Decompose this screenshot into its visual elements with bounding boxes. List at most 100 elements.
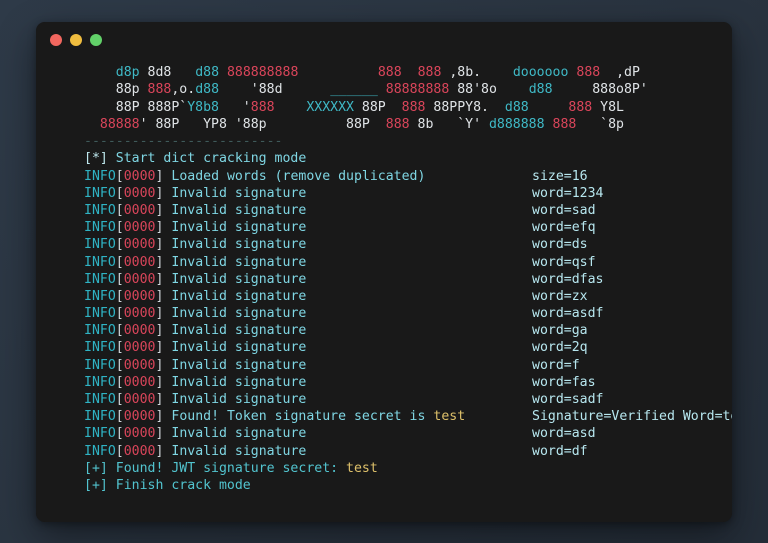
banner-segment: 888 (402, 100, 426, 115)
banner-segment: 88P 888P` (84, 100, 187, 115)
timestamp-bracket-close: ] (155, 169, 171, 184)
log-level-label: INFO (84, 426, 116, 441)
log-message: Invalid signature (171, 306, 306, 321)
timestamp-bracket-close: ] (155, 409, 171, 424)
log-line: INFO[0000] Invalid signatureword=asd (36, 425, 732, 442)
timestamp-bracket-close: ] (155, 375, 171, 390)
timestamp-bracket-open: [ (116, 358, 124, 373)
banner-segment: ______ (330, 82, 386, 97)
log-line: INFO[0000] Invalid signatureword=qsf (36, 254, 732, 271)
timestamp-bracket-close: ] (155, 237, 171, 252)
maximize-button-icon[interactable] (90, 34, 102, 46)
banner-segment: 888 (553, 117, 577, 132)
log-level-label: INFO (84, 323, 116, 338)
banner-segment (489, 100, 505, 115)
log-field-value: word=1234 (532, 185, 603, 202)
log-line: INFO[0000] Invalid signatureword=efq (36, 219, 732, 236)
log-timestamp: 0000 (124, 392, 156, 407)
banner-segment: ,dP (600, 65, 640, 80)
terminal-output[interactable]: d8p 8d8 d88 888888888 888 888 ,8b. doooo… (36, 58, 732, 522)
minimize-button-icon[interactable] (70, 34, 82, 46)
banner-segment: ' (219, 100, 251, 115)
log-timestamp: 0000 (124, 323, 156, 338)
terminal-titlebar[interactable] (36, 22, 732, 58)
timestamp-bracket-open: [ (116, 409, 124, 424)
log-message: Invalid signature (171, 237, 306, 252)
log-level-label: INFO (84, 306, 116, 321)
banner-segment: 88P (354, 100, 402, 115)
log-level-label: INFO (84, 409, 116, 424)
banner-row: 88888' 88P YP8 '88p 88P 888 8b `Y' d8888… (36, 116, 732, 133)
close-button-icon[interactable] (50, 34, 62, 46)
log-line: INFO[0000] Invalid signatureword=df (36, 443, 732, 460)
log-timestamp: 0000 (124, 409, 156, 424)
log-timestamp: 0000 (124, 186, 156, 201)
timestamp-bracket-open: [ (116, 392, 124, 407)
banner-row: 88P 888P`Y8b8 '888 XXXXXX 88P 888 88PPY8… (36, 99, 732, 116)
log-success-marker: [+] (84, 461, 116, 476)
timestamp-bracket-close: ] (155, 272, 171, 287)
banner-segment: 888 (251, 100, 275, 115)
log-level-label: INFO (84, 237, 116, 252)
log-field-value: word=2q (532, 339, 588, 356)
banner-segment: 888o8P' (553, 82, 648, 97)
log-message: Invalid signature (171, 220, 306, 235)
banner-segment: d88 (505, 100, 529, 115)
desktop-background: d8p 8d8 d88 888888888 888 888 ,8b. doooo… (0, 0, 768, 543)
banner-segment: XXXXXX (306, 100, 354, 115)
timestamp-bracket-open: [ (116, 255, 124, 270)
log-message: Invalid signature (171, 392, 306, 407)
log-field-value: word=ga (532, 322, 588, 339)
log-timestamp: 0000 (124, 169, 156, 184)
banner-segment: 888 (568, 100, 592, 115)
ascii-art-banner: d8p 8d8 d88 888888888 888 888 ,8b. doooo… (36, 64, 732, 133)
banner-segment: 888 (576, 65, 600, 80)
timestamp-bracket-open: [ (116, 220, 124, 235)
log-timestamp: 0000 (124, 340, 156, 355)
log-field-value: word=sad (532, 202, 596, 219)
log-line: INFO[0000] Invalid signatureword=fas (36, 374, 732, 391)
terminal-window: d8p 8d8 d88 888888888 888 888 ,8b. doooo… (36, 22, 732, 522)
timestamp-bracket-close: ] (155, 220, 171, 235)
log-level-label: INFO (84, 444, 116, 459)
log-line: INFO[0000] Invalid signatureword=asdf (36, 305, 732, 322)
log-message: Invalid signature (171, 340, 306, 355)
log-line: INFO[0000] Loaded words (remove duplicat… (36, 168, 732, 185)
log-field-value: word=zx (532, 288, 588, 305)
log-line: [*] Start dict cracking mode (36, 150, 732, 167)
banner-segment: d888888 (489, 117, 545, 132)
banner-segment: 88P (346, 117, 386, 132)
timestamp-bracket-open: [ (116, 375, 124, 390)
log-message: Found! Token signature secret is (171, 409, 433, 424)
banner-row: d8p 8d8 d88 888888888 888 888 ,8b. doooo… (36, 64, 732, 81)
log-line: INFO[0000] Invalid signatureword=1234 (36, 185, 732, 202)
log-output: [*] Start dict cracking modeINFO[0000] L… (36, 150, 732, 494)
log-timestamp: 0000 (124, 203, 156, 218)
banner-segment (219, 65, 227, 80)
timestamp-bracket-close: ] (155, 289, 171, 304)
timestamp-bracket-close: ] (155, 255, 171, 270)
log-timestamp: 0000 (124, 220, 156, 235)
banner-segment: d88 (195, 65, 219, 80)
log-field-value: word=asdf (532, 305, 603, 322)
banner-segment: ,o. (171, 82, 195, 97)
log-timestamp: 0000 (124, 272, 156, 287)
log-field-value: word=df (532, 443, 588, 460)
log-timestamp: 0000 (124, 375, 156, 390)
log-line: [+] Found! JWT signature secret: test (36, 460, 732, 477)
log-field-value: word=dfas (532, 271, 603, 288)
log-line: INFO[0000] Invalid signatureword=ds (36, 236, 732, 253)
banner-segment (529, 100, 569, 115)
log-level-label: INFO (84, 392, 116, 407)
log-message: Invalid signature (171, 289, 306, 304)
timestamp-bracket-open: [ (116, 186, 124, 201)
timestamp-bracket-close: ] (155, 306, 171, 321)
banner-segment: 8d8 (140, 65, 172, 80)
timestamp-bracket-open: [ (116, 426, 124, 441)
banner-segment: ,8b. (441, 65, 481, 80)
banner-segment: 88888888 (386, 82, 450, 97)
banner-segment: 88888 (100, 117, 140, 132)
log-message: Invalid signature (171, 203, 306, 218)
log-field-value: word=qsf (532, 254, 596, 271)
log-line: INFO[0000] Invalid signatureword=ga (36, 322, 732, 339)
